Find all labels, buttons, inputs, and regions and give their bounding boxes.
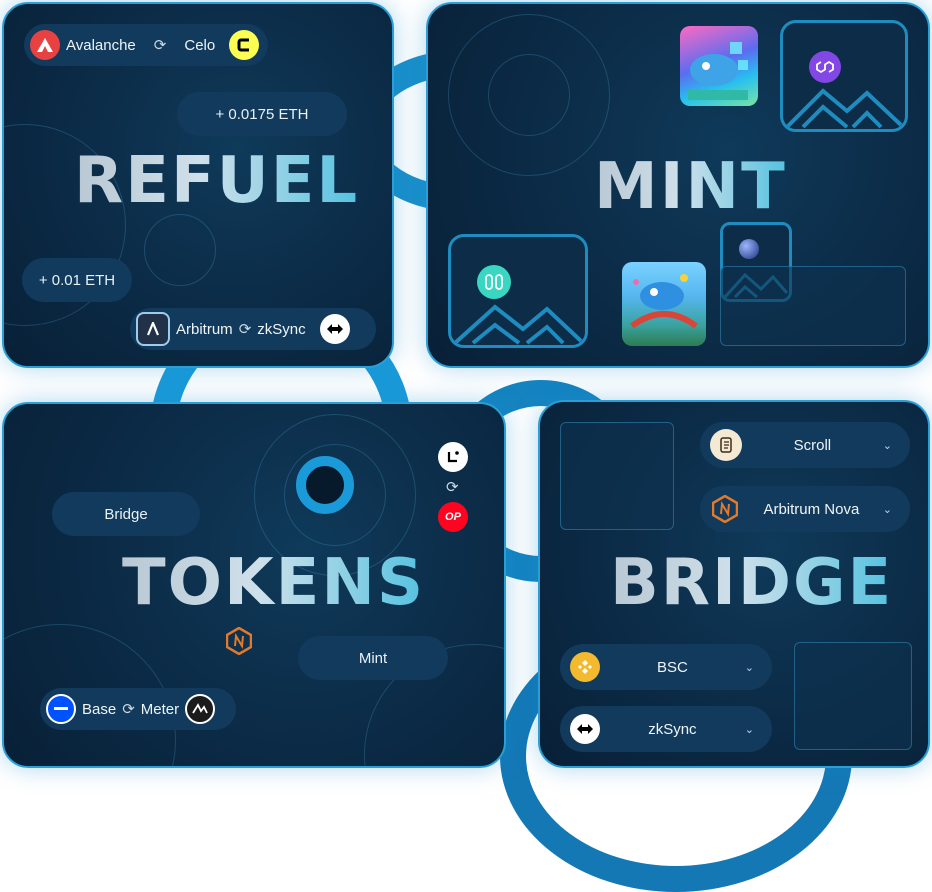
select-label: Scroll: [793, 436, 832, 454]
refuel-amount-bottom: + 0.01 ETH: [22, 258, 132, 302]
network-select-arbitrum-nova[interactable]: Arbitrum Nova ⌄: [700, 486, 910, 532]
tokens-card[interactable]: ⟳ OP Bridge TOKENS Mint Base ⟳ Meter: [2, 402, 506, 768]
scroll-icon: [710, 429, 742, 461]
route-to-label: Meter: [140, 700, 180, 718]
bnb-icon: [570, 652, 600, 682]
refuel-title: REFUEL: [74, 144, 360, 218]
route-avalanche-celo[interactable]: Avalanche ⟳ Celo: [24, 24, 268, 66]
mint-title: MINT: [594, 150, 787, 224]
meter-icon: [185, 694, 216, 724]
celo-icon: [229, 30, 260, 60]
swap-icon: ⟳: [122, 701, 135, 718]
route-to-label: zkSync: [257, 320, 306, 338]
bridge-card[interactable]: Scroll ⌄ Arbitrum Nova ⌄ BRIDGE BSC ⌄ zk…: [538, 400, 930, 768]
tube-opening: [296, 456, 354, 514]
route-to-label: Celo: [184, 36, 216, 54]
chevron-down-icon: ⌄: [882, 503, 892, 516]
network-select-scroll[interactable]: Scroll ⌄: [700, 422, 910, 468]
decor-panel: [794, 642, 912, 750]
swap-icon: ⟳: [153, 37, 167, 54]
image-placeholder-icon: [785, 88, 903, 129]
refuel-card[interactable]: Avalanche ⟳ Celo + 0.0175 ETH REFUEL + 0…: [2, 2, 394, 368]
image-placeholder-icon: [453, 304, 583, 345]
nft-whale-bridge-image: [622, 262, 706, 346]
stage: Avalanche ⟳ Celo + 0.0175 ETH REFUEL + 0…: [0, 0, 932, 892]
decor-ring: [144, 214, 216, 286]
route-base-meter[interactable]: Base ⟳ Meter: [40, 688, 236, 730]
avalanche-icon: [30, 30, 60, 60]
network-select-zksync[interactable]: zkSync ⌄: [560, 706, 772, 752]
route-from-label: Base: [82, 700, 117, 718]
network-select-bsc[interactable]: BSC ⌄: [560, 644, 772, 690]
nova-icon: [710, 494, 740, 524]
bridge-title: BRIDGE: [610, 546, 894, 620]
decor-panel: [720, 266, 906, 346]
tokens-mint-pill[interactable]: Mint: [298, 636, 448, 680]
nft-whale-image: [680, 26, 758, 106]
linea-icon: [438, 442, 468, 472]
tokens-bridge-pill[interactable]: Bridge: [52, 492, 200, 536]
optimism-icon: OP: [438, 502, 468, 532]
decor-ring: [488, 54, 570, 136]
mint-card[interactable]: MINT: [426, 2, 930, 368]
zksync-icon: [319, 314, 350, 344]
swap-icon: ⟳: [446, 479, 459, 496]
zksync-icon: [570, 714, 600, 744]
sphere-icon: [739, 239, 759, 259]
nft-placeholder-polygon: [780, 20, 908, 132]
route-from-label: Arbitrum: [176, 320, 233, 338]
arbitrum-icon: [136, 312, 170, 346]
route-arbitrum-zksync[interactable]: Arbitrum ⟳ zkSync: [130, 308, 376, 350]
tokens-title: TOKENS: [122, 546, 426, 620]
select-label: Arbitrum Nova: [763, 500, 860, 518]
chevron-down-icon: ⌄: [744, 661, 754, 674]
chevron-down-icon: ⌄: [882, 439, 892, 452]
decor-panel: [560, 422, 674, 530]
swap-icon: ⟳: [238, 321, 252, 338]
select-label: zkSync: [648, 720, 697, 738]
chevron-down-icon: ⌄: [744, 723, 754, 736]
nft-placeholder-harmony: [448, 234, 588, 348]
base-icon: [46, 694, 76, 724]
route-from-label: Avalanche: [66, 36, 136, 54]
refuel-amount-top: + 0.0175 ETH: [177, 92, 347, 136]
nova-icon: [226, 627, 252, 655]
select-label: BSC: [656, 658, 688, 676]
